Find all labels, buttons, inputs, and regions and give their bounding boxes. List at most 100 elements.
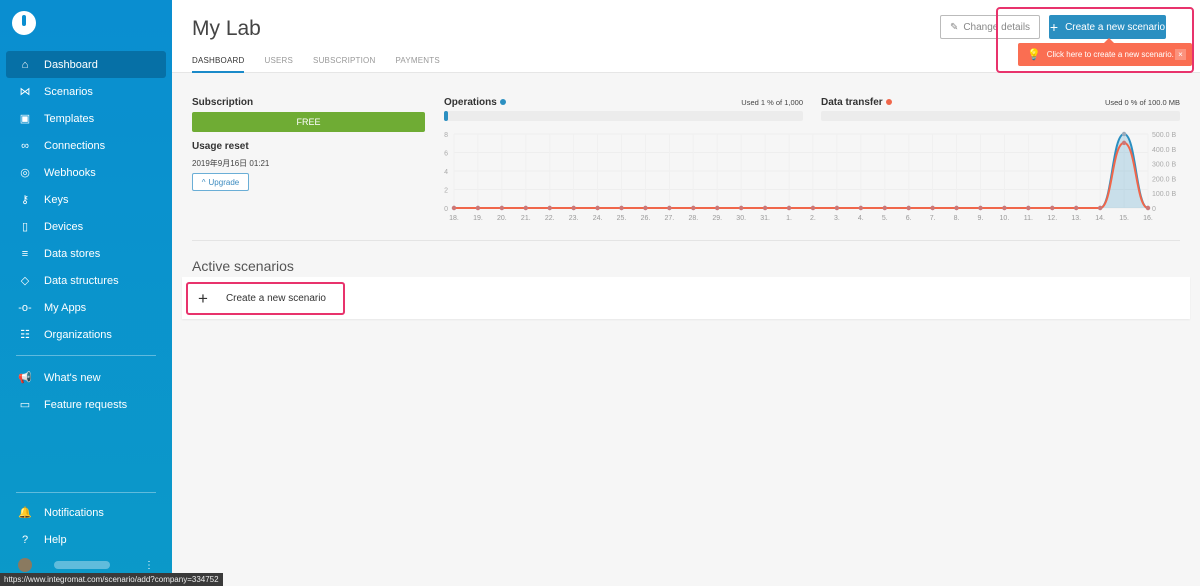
sidebar-item-data-structures[interactable]: ◇ Data structures xyxy=(6,267,166,294)
tab-users[interactable]: USERS xyxy=(264,56,293,73)
upgrade-button[interactable]: ^ Upgrade xyxy=(192,173,249,191)
more-vertical-icon[interactable]: ⋮ xyxy=(144,560,154,571)
x-tick: 2. xyxy=(810,215,816,222)
usage-reset-date: 2019年9月16日 01:21 xyxy=(192,159,270,168)
data-transfer-progress xyxy=(821,111,1180,121)
x-tick: 5. xyxy=(882,215,888,222)
y-right-tick: 300.0 B xyxy=(1152,162,1176,169)
sidebar-item-label: Notifications xyxy=(44,506,104,519)
sidebar-item-connections[interactable]: ∞ Connections xyxy=(6,132,166,159)
sidebar-item-what-s-new[interactable]: 📢 What's new xyxy=(6,364,166,391)
integromat-logo[interactable] xyxy=(12,11,36,35)
sidebar-item-feature-requests[interactable]: ▭ Feature requests xyxy=(6,391,166,418)
user-name-blurred xyxy=(54,561,110,569)
share-icon: ⋈ xyxy=(19,86,31,98)
tab-subscription[interactable]: SUBSCRIPTION xyxy=(313,56,375,73)
y-left-tick: 4 xyxy=(444,169,448,176)
sidebar-item-organizations[interactable]: ☷ Organizations xyxy=(6,321,166,348)
x-tick: 29. xyxy=(712,215,722,222)
x-tick: 16. xyxy=(1143,215,1153,222)
data-point xyxy=(643,205,648,211)
plus-icon: + xyxy=(198,288,208,308)
data-point xyxy=(930,205,935,211)
sidebar-item-devices[interactable]: ▯ Devices xyxy=(6,213,166,240)
comment-icon: ▭ xyxy=(19,399,31,411)
x-tick: 20. xyxy=(497,215,507,222)
plan-badge: FREE xyxy=(192,112,425,132)
data-point xyxy=(978,205,983,211)
sidebar-item-keys[interactable]: ⚷ Keys xyxy=(6,186,166,213)
x-tick: 31. xyxy=(760,215,770,222)
x-tick: 27. xyxy=(665,215,675,222)
x-tick: 30. xyxy=(736,215,746,222)
database-icon: ≡ xyxy=(21,247,29,260)
sidebar-item-label: What's new xyxy=(44,371,101,384)
data-point xyxy=(619,205,624,211)
data-point xyxy=(595,205,600,211)
data-point xyxy=(523,205,528,211)
x-tick: 25. xyxy=(617,215,627,222)
y-left-tick: 2 xyxy=(444,188,448,195)
x-tick: 28. xyxy=(688,215,698,222)
sidebar-item-webhooks[interactable]: ◎ Webhooks xyxy=(6,159,166,186)
x-tick: 22. xyxy=(545,215,555,222)
puzzle-icon: ▣ xyxy=(19,113,31,125)
data-point xyxy=(451,205,457,211)
sidebar-item-data-stores[interactable]: ≡ Data stores xyxy=(6,240,166,267)
data-point xyxy=(1002,205,1007,211)
divider xyxy=(192,240,1180,241)
sidebar-item-help[interactable]: ? Help xyxy=(6,526,166,553)
sidebar: ⌂ Dashboard ⋈ Scenarios ▣ Templates ∞ Connectio… xyxy=(0,0,172,586)
cube-icon: ◇ xyxy=(20,275,30,287)
x-tick: 26. xyxy=(641,215,651,222)
divider xyxy=(16,492,156,493)
sidebar-item-dashboard[interactable]: ⌂ Dashboard xyxy=(6,51,166,78)
megaphone-icon: 📢 xyxy=(18,372,32,384)
operations-legend-dot xyxy=(499,99,506,106)
upgrade-label: Upgrade xyxy=(208,177,240,187)
data-point xyxy=(810,205,816,211)
y-right-tick: 0 xyxy=(1152,206,1156,213)
sidebar-item-label: Scenarios xyxy=(44,85,93,98)
data-point xyxy=(1145,205,1151,211)
operations-progress xyxy=(444,111,803,121)
sidebar-item-label: Organizations xyxy=(44,328,112,341)
data-point xyxy=(1121,131,1127,137)
mobile-icon: ▯ xyxy=(21,221,29,233)
sidebar-nav: ⌂ Dashboard ⋈ Scenarios ▣ Templates ∞ Connectio… xyxy=(6,51,166,418)
data-transfer-legend-dot xyxy=(885,99,892,106)
data-point xyxy=(1026,205,1031,211)
data-point xyxy=(738,205,744,211)
data-transfer-title: Data transfer xyxy=(821,97,883,108)
x-tick: 10. xyxy=(1000,215,1010,222)
x-tick: 1. xyxy=(786,215,792,222)
data-point xyxy=(691,205,696,211)
data-point xyxy=(906,205,911,211)
create-new-scenario-label: Create a new scenario xyxy=(225,293,326,304)
sidebar-item-label: Data stores xyxy=(44,247,101,260)
data-point xyxy=(834,205,840,211)
sidebar-item-label: Templates xyxy=(44,112,95,125)
key-icon: ⚷ xyxy=(20,194,30,206)
x-tick: 9. xyxy=(978,215,984,222)
sidebar-item-scenarios[interactable]: ⋈ Scenarios xyxy=(6,78,166,105)
plug-icon: -o- xyxy=(18,301,32,314)
sidebar-item-notifications[interactable]: 🔔 Notifications xyxy=(6,499,166,526)
data-point xyxy=(715,205,720,211)
sidebar-item-label: Dashboard xyxy=(44,58,98,71)
data-point xyxy=(571,205,576,211)
x-tick: 11. xyxy=(1024,215,1033,222)
sidebar-item-label: Keys xyxy=(44,193,69,206)
x-tick: 24. xyxy=(593,215,603,222)
user-menu[interactable]: ⋮ xyxy=(18,558,168,572)
y-right-tick: 100.0 B xyxy=(1152,191,1176,198)
question-icon: ? xyxy=(21,533,29,546)
y-left-tick: 0 xyxy=(444,206,448,213)
tab-payments[interactable]: PAYMENTS xyxy=(395,56,439,73)
sidebar-item-templates[interactable]: ▣ Templates xyxy=(6,105,166,132)
data-point xyxy=(1050,205,1055,211)
tab-dashboard[interactable]: DASHBOARD xyxy=(192,56,245,73)
sidebar-item-my-apps[interactable]: -o- My Apps xyxy=(6,294,166,321)
create-new-scenario-item[interactable]: + Create a new scenario xyxy=(186,282,345,315)
home-icon: ⌂ xyxy=(21,58,29,71)
